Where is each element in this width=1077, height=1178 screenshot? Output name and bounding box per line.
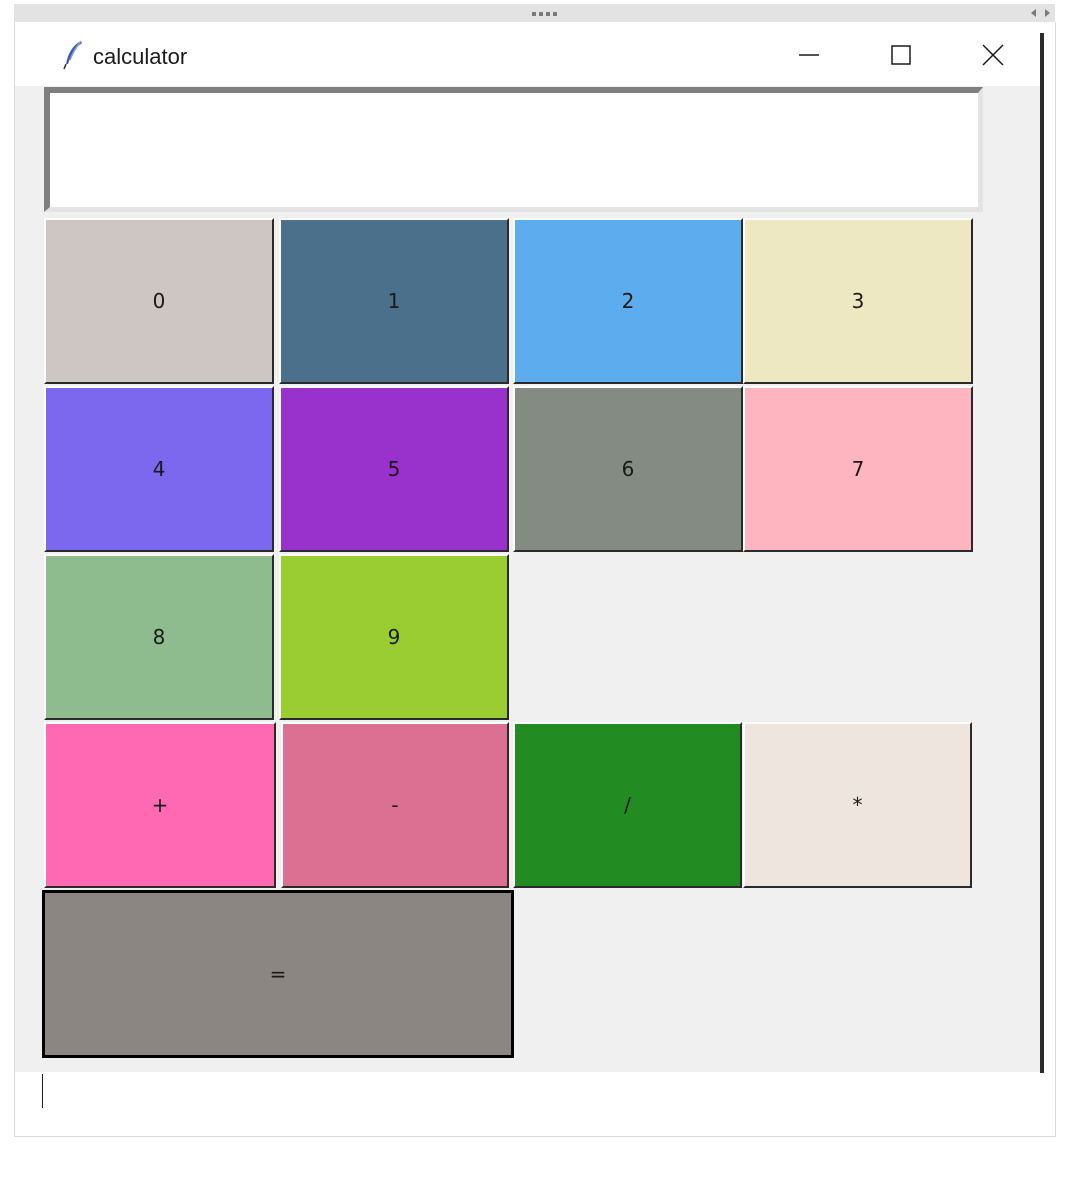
key-label: 2 bbox=[621, 289, 635, 313]
close-button[interactable] bbox=[947, 23, 1039, 86]
key-label: 9 bbox=[387, 625, 401, 649]
maximize-button[interactable] bbox=[855, 23, 947, 86]
maximize-icon bbox=[891, 44, 911, 65]
key-2[interactable]: 2 bbox=[513, 218, 743, 384]
key-minus[interactable]: - bbox=[281, 722, 509, 888]
display-entry[interactable] bbox=[44, 87, 983, 212]
text-caret bbox=[42, 1074, 43, 1108]
minimize-button[interactable] bbox=[763, 23, 855, 86]
key-label: - bbox=[391, 793, 399, 817]
key-equals[interactable]: = bbox=[42, 890, 514, 1058]
key-4[interactable]: 4 bbox=[44, 386, 274, 552]
key-label: 8 bbox=[152, 625, 166, 649]
key-label: 4 bbox=[152, 457, 166, 481]
feather-icon bbox=[63, 40, 82, 70]
expand-right-icon[interactable] bbox=[1045, 9, 1050, 17]
key-label: = bbox=[269, 962, 287, 986]
key-5[interactable]: 5 bbox=[279, 386, 509, 552]
key-7[interactable]: 7 bbox=[743, 386, 973, 552]
key-3[interactable]: 3 bbox=[743, 218, 973, 384]
key-label: 7 bbox=[851, 457, 865, 481]
key-9[interactable]: 9 bbox=[279, 554, 509, 720]
key-label: 6 bbox=[621, 457, 635, 481]
key-0[interactable]: 0 bbox=[44, 218, 274, 384]
minimize-icon bbox=[799, 53, 819, 56]
collapse-left-icon[interactable] bbox=[1031, 9, 1036, 17]
key-label: * bbox=[852, 793, 863, 817]
key-1[interactable]: 1 bbox=[279, 218, 509, 384]
key-label: 3 bbox=[851, 289, 865, 313]
window-titlebar: calculator bbox=[15, 23, 1040, 86]
window-title: calculator bbox=[93, 44, 188, 69]
key-label: 0 bbox=[152, 289, 166, 313]
key-divide[interactable]: / bbox=[513, 722, 742, 888]
key-multiply[interactable]: * bbox=[743, 722, 972, 888]
key-8[interactable]: 8 bbox=[44, 554, 274, 720]
key-6[interactable]: 6 bbox=[513, 386, 743, 552]
key-plus[interactable]: + bbox=[44, 722, 276, 888]
key-label: 1 bbox=[387, 289, 401, 313]
container-top-bar bbox=[14, 4, 1055, 22]
right-border-rule bbox=[1040, 33, 1044, 1073]
key-label: / bbox=[624, 793, 631, 817]
close-icon bbox=[982, 43, 1004, 66]
drag-grip-icon[interactable] bbox=[532, 12, 557, 16]
key-label: 5 bbox=[387, 457, 401, 481]
key-label: + bbox=[151, 793, 169, 817]
